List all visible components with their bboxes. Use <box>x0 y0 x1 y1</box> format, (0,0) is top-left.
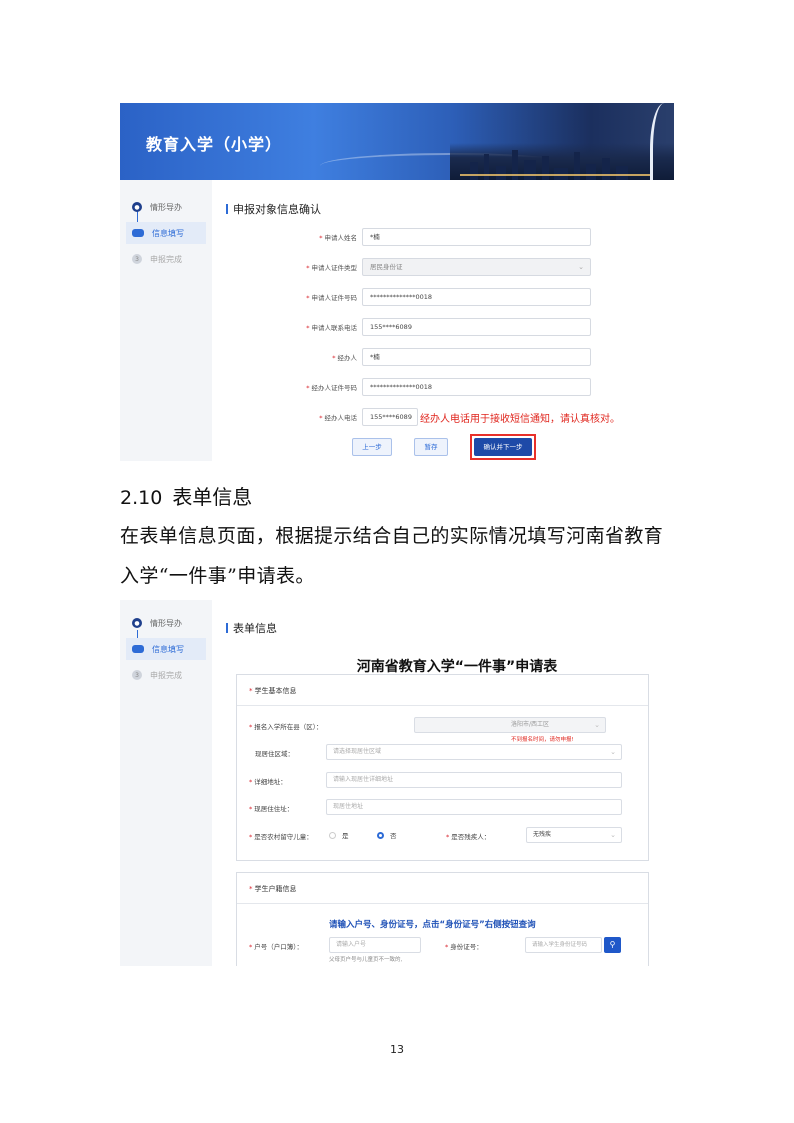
section-accent-bar <box>226 623 228 633</box>
section-heading-text: 表单信息 <box>172 485 253 509</box>
step-label: 情形导办 <box>150 618 182 628</box>
step-sidebar: ● 情形导办 信息填写 3 申报完成 <box>120 600 212 966</box>
banner-tower-graphic <box>650 103 674 180</box>
applicant-name-field[interactable]: *楠 <box>362 228 591 246</box>
field-label-row: * 经办人证件号码 <box>260 378 357 396</box>
prev-step-button[interactable]: 上一步 <box>352 438 392 456</box>
radio-circle <box>377 831 384 839</box>
step-current-icon <box>132 229 144 237</box>
select-value: 无残疾 <box>533 831 552 838</box>
screenshot-form-info: ● 情形导办 信息填写 3 申报完成 表单信息 河南省教育入学“一件事”申请表 … <box>120 600 674 966</box>
select-value: 居民身份证 <box>370 263 403 271</box>
section-title-text: 申报对象信息确认 <box>233 203 321 216</box>
section-title: 表单信息 <box>226 620 277 636</box>
step-label: 信息填写 <box>152 644 184 654</box>
chevron-down-icon: ⌄ <box>610 831 616 839</box>
divider <box>237 903 648 904</box>
agent-name-field[interactable]: *楠 <box>362 348 591 366</box>
select-placeholder: 请选择现居住区域 <box>333 748 382 755</box>
step-item-2[interactable]: 信息填写 <box>126 222 206 244</box>
step-wait-icon: 3 <box>132 254 142 264</box>
field-label-row: * 经办人 <box>260 348 357 366</box>
id-number-input[interactable]: 请输入学生身份证号码 <box>525 937 602 953</box>
radio-label: 否 <box>390 832 397 840</box>
section-heading: 2.10 表单信息 <box>120 481 252 510</box>
step-label: 情形导办 <box>150 202 182 212</box>
step-current-icon <box>132 645 144 653</box>
step-done-icon: ● <box>132 202 142 212</box>
detail-address-input[interactable]: 请输入现居住详细地址 <box>326 772 622 788</box>
divider <box>237 705 648 706</box>
search-icon: ⚲ <box>609 940 616 949</box>
student-household-card: * 学生户籍信息 请输入户号、身份证号，点击“身份证号”右侧按钮查询 * 户号（户口… <box>236 872 649 966</box>
enroll-warning-text: 不到报名时间，请勿申报! <box>511 737 574 743</box>
form-main-title: 河南省教育入学“一件事”申请表 <box>356 659 558 675</box>
agent-id-number-field[interactable]: **************0018 <box>362 378 591 396</box>
field-label-row: * 申请人姓名 <box>260 228 357 246</box>
field-label: * 申请人证件类型 <box>306 264 357 272</box>
field-label: * 经办人 <box>332 354 357 362</box>
body-paragraph: 在表单信息页面，根据提示结合自己的实际情况填写河南省教育入学“一件事”申请表。 <box>120 525 664 587</box>
field-label-row: * 经办人电话 <box>260 408 357 426</box>
radio-label: 是 <box>342 832 349 840</box>
card-title: * 学生户籍信息 <box>249 885 297 893</box>
page-number: 13 <box>390 1043 404 1056</box>
disability-select[interactable]: 无残疾 ⌄ <box>526 827 622 843</box>
step-sidebar: ● 情形导办 信息填写 3 申报完成 <box>120 180 212 461</box>
detail-address-label: * 详细地址： <box>249 778 287 786</box>
residence-area-label: 现居住区域： <box>255 750 294 758</box>
section-title: 申报对象信息确认 <box>226 201 321 217</box>
section-title-text: 表单信息 <box>233 622 277 635</box>
field-label-row: * 申请人证件类型 <box>260 258 357 276</box>
disability-label: * 是否残疾人： <box>446 833 491 841</box>
left-behind-no-radio[interactable]: 否 <box>377 830 397 840</box>
save-draft-button[interactable]: 暂存 <box>414 438 448 456</box>
left-behind-label: * 是否农村留守儿童： <box>249 833 313 841</box>
hukou-number-input[interactable]: 请输入户号 <box>329 937 421 953</box>
applicant-id-type-select[interactable]: 居民身份证 ⌄ <box>362 258 591 276</box>
enroll-county-label: * 报名入学所在县（区）： <box>249 723 323 731</box>
screenshot-confirm-info: 教育入学（小学） ● 情形导办 信息填写 3 申报完成 申报对象信息确认 * 申请… <box>120 103 674 461</box>
section-number: 2.10 <box>120 487 163 509</box>
header-banner: 教育入学（小学） <box>120 103 674 180</box>
student-basic-info-card: * 学生基本信息 * 报名入学所在县（区）： 洛阳市/西工区 ⌄ 不到报名时间，请勿… <box>236 674 649 861</box>
current-address-label: * 现居住住址： <box>249 805 294 813</box>
select-value: 洛阳市/西工区 <box>511 721 550 728</box>
field-label: * 经办人证件号码 <box>306 384 357 392</box>
enroll-county-select[interactable]: 洛阳市/西工区 ⌄ <box>414 717 606 733</box>
banner-title: 教育入学（小学） <box>146 135 283 154</box>
field-label: * 经办人电话 <box>319 414 357 422</box>
step-item-3[interactable]: 3 申报完成 <box>132 248 182 270</box>
card-title: * 学生基本信息 <box>249 687 297 695</box>
hukou-number-label: * 户号（户口簿）： <box>249 943 303 951</box>
search-button[interactable]: ⚲ <box>604 937 621 953</box>
agent-phone-field[interactable]: 155****6089 <box>362 408 418 426</box>
confirm-next-button[interactable]: 确认并下一步 <box>474 438 532 456</box>
phone-verification-note: 经办人电话用于接收短信通知，请认真核对。 <box>420 414 620 425</box>
section-accent-bar <box>226 204 228 214</box>
hukou-note: 父母页户号与儿童页不一致的, <box>329 957 403 963</box>
field-label-row: * 申请人联系电话 <box>260 318 357 336</box>
step-done-icon: ● <box>132 618 142 628</box>
step-item-1[interactable]: ● 情形导办 <box>132 612 182 634</box>
radio-circle <box>329 831 336 839</box>
query-hint: 请输入户号、身份证号，点击“身份证号”右侧按钮查询 <box>329 920 536 930</box>
step-label: 申报完成 <box>150 254 182 264</box>
banner-city-graphic <box>450 143 674 180</box>
step-item-1[interactable]: ● 情形导办 <box>132 196 182 218</box>
field-label-row: * 申请人证件号码 <box>260 288 357 306</box>
residence-area-select[interactable]: 请选择现居住区域 ⌄ <box>326 744 622 760</box>
step-label: 信息填写 <box>152 228 184 238</box>
applicant-id-number-field[interactable]: **************0018 <box>362 288 591 306</box>
left-behind-yes-radio[interactable]: 是 <box>329 830 349 840</box>
field-label: * 申请人姓名 <box>319 234 357 242</box>
current-address-input[interactable]: 现居住地址 <box>326 799 622 815</box>
chevron-down-icon: ⌄ <box>578 263 584 271</box>
chevron-down-icon: ⌄ <box>610 748 616 756</box>
applicant-phone-field[interactable]: 155****6089 <box>362 318 591 336</box>
field-label: * 申请人联系电话 <box>306 324 357 332</box>
field-label: * 申请人证件号码 <box>306 294 357 302</box>
chevron-down-icon: ⌄ <box>594 721 600 729</box>
id-number-label: * 身份证号： <box>445 943 483 951</box>
